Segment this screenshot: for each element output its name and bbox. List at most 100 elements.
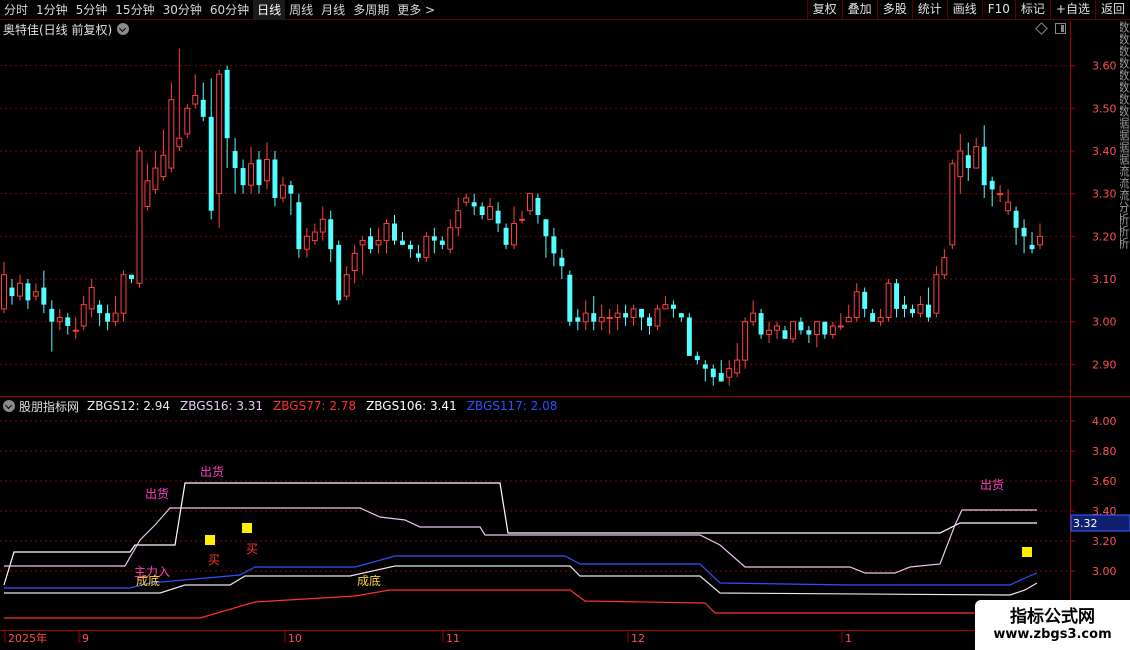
- candle-body-6: [49, 308, 55, 322]
- candle-body-46: [368, 236, 374, 250]
- candle-body-119: [949, 163, 956, 246]
- candle-body-94: [750, 312, 757, 323]
- candle-body-113: [902, 304, 907, 309]
- candle-body-86: [686, 317, 692, 356]
- candle-body-25: [200, 99, 206, 117]
- candle-body-127: [1013, 210, 1019, 228]
- candle-body-45: [359, 240, 366, 246]
- candle-body-10: [80, 304, 87, 327]
- candle-body-91: [726, 368, 733, 378]
- candle-body-4: [32, 291, 39, 297]
- candle-body-92: [734, 359, 741, 374]
- candle-body-3: [25, 283, 31, 301]
- ind-y-tick-label-5: 3.00: [1092, 565, 1117, 578]
- candle-body-71: [567, 274, 573, 322]
- candle-body-40: [319, 218, 326, 233]
- candle-body-43: [343, 274, 350, 297]
- candle-body-90: [718, 372, 724, 382]
- candle-body-5: [41, 287, 47, 305]
- candle-body-18: [144, 180, 151, 207]
- ind-y-tick-label-4: 3.20: [1092, 535, 1117, 548]
- indicator-annotation-0: 出货: [145, 486, 169, 501]
- candle-body-36: [288, 185, 294, 194]
- candle-body-7: [56, 316, 63, 323]
- candle-body-62: [495, 210, 501, 224]
- watermark-text: 指标公式网: [1010, 607, 1095, 627]
- candle-body-33: [264, 159, 270, 182]
- candle-body-50: [399, 240, 405, 245]
- candle-body-37: [296, 202, 302, 250]
- candle-body-38: [303, 235, 310, 250]
- candle-body-17: [136, 150, 143, 284]
- main-y-tick-label-7: 2.90: [1092, 358, 1117, 371]
- candle-body-88: [702, 364, 708, 369]
- candle-body-93: [742, 321, 749, 361]
- candle-body-81: [647, 317, 652, 326]
- x-axis-label-1: 9: [82, 632, 89, 645]
- candle-body-100: [798, 321, 804, 331]
- candle-body-108: [862, 291, 868, 309]
- candle-body-11: [88, 287, 95, 310]
- indicator-annotation-2: 出货: [980, 477, 1004, 492]
- candle-body-114: [910, 308, 915, 314]
- candle-body-123: [981, 146, 987, 186]
- candle-body-56: [447, 227, 454, 250]
- indicator-value-0: ZBGS12: 2.94: [87, 399, 171, 413]
- indicator-annotation-1: 出货: [200, 464, 224, 479]
- candle-body-98: [782, 330, 788, 339]
- candle-body-129: [1029, 244, 1035, 250]
- x-axis-label-3: 11: [446, 632, 460, 645]
- candle-body-42: [336, 244, 342, 301]
- x-axis-label-5: 1: [845, 632, 852, 645]
- candle-body-121: [965, 155, 971, 169]
- candle-body-13: [105, 313, 111, 322]
- candle-body-99: [789, 321, 796, 340]
- candle-body-79: [630, 308, 637, 318]
- current-value-label: 3.32: [1073, 517, 1098, 530]
- candle-body-109: [870, 313, 876, 322]
- candle-body-70: [559, 257, 565, 267]
- candle-body-60: [479, 206, 485, 215]
- chart-canvas[interactable]: 3.60 3.50 3.40 3.30 3.20 3.10 3.00 2.90 4.00 3.80…: [0, 0, 1130, 650]
- candle-body-26: [208, 116, 214, 211]
- candle-body-55: [439, 240, 445, 245]
- candle-body-72: [575, 317, 581, 322]
- indicator-annotation-3: 买: [208, 553, 220, 567]
- candle-body-61: [487, 205, 494, 220]
- right-info-strip: 数数数数数数数数据据据据流流流分析析析: [1120, 21, 1130, 249]
- indicator-annotation-7: 成底: [357, 573, 381, 588]
- candle-body-73: [582, 312, 589, 323]
- candle-body-57: [455, 210, 462, 229]
- candle-body-41: [328, 219, 334, 250]
- candle-body-89: [710, 368, 716, 378]
- candle-body-101: [806, 330, 812, 335]
- candle-body-118: [941, 257, 948, 276]
- candle-body-63: [503, 227, 509, 245]
- candle-body-2: [16, 282, 23, 297]
- candle-body-75: [598, 316, 605, 323]
- candle-body-54: [431, 236, 437, 241]
- indicator-values: ZBGS12: 2.94 ZBGS16: 3.31 ZBGS77: 2.78 ZBGS…: [87, 399, 567, 413]
- candle-body-111: [885, 282, 892, 318]
- candle-body-130: [1037, 235, 1043, 246]
- chevron-down-icon[interactable]: [3, 400, 15, 412]
- candle-body-87: [694, 355, 700, 361]
- candle-body-107: [853, 291, 860, 318]
- indicator-annotation-6: 成底: [136, 573, 160, 588]
- candle-body-16: [129, 274, 134, 280]
- candle-body-76: [606, 316, 613, 319]
- candle-body-30: [240, 168, 246, 186]
- indicator-annotation-4: 买: [246, 542, 258, 556]
- candle-body-12: [97, 304, 103, 314]
- candle-body-69: [551, 236, 557, 254]
- ind-y-tick-label-0: 4.00: [1092, 415, 1117, 428]
- candle-body-104: [829, 325, 836, 336]
- candle-body-52: [415, 253, 421, 258]
- candle-body-49: [392, 223, 397, 241]
- x-axis-label-0: 2025年: [8, 631, 47, 645]
- candle-body-39: [311, 231, 318, 242]
- candle-body-95: [758, 313, 764, 335]
- watermark: 指标公式网 www.zbgs3.com: [975, 600, 1130, 650]
- candle-body-1: [9, 287, 15, 297]
- candle-body-22: [176, 137, 183, 148]
